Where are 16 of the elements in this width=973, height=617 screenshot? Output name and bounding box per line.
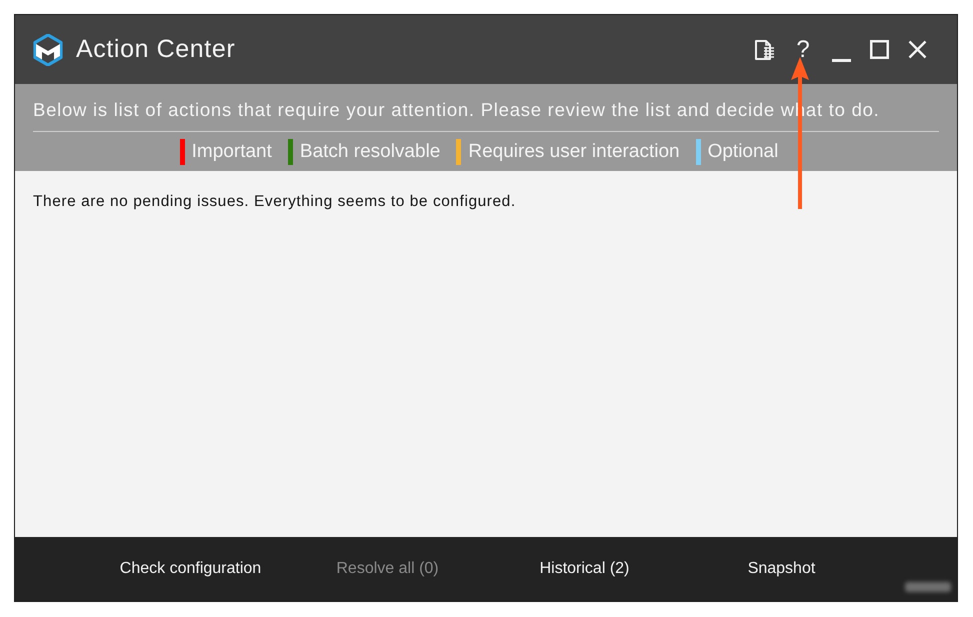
legend-label: Important: [192, 140, 272, 162]
footer-button[interactable]: Historical (2): [534, 556, 636, 582]
logo-icon: [33, 34, 63, 66]
legend-label: Batch resolvable: [300, 140, 440, 162]
legend-label: Requires user interaction: [468, 140, 680, 162]
footer-button[interactable]: Check configuration: [114, 556, 268, 582]
document-icon: [754, 38, 776, 60]
blurred-block: [905, 582, 951, 592]
minimize-icon: [832, 58, 850, 62]
status-message: There are no pending issues. Everything seems to be configured.: [33, 193, 516, 211]
footer-button[interactable]: Snapshot: [742, 556, 822, 582]
window-title: Action Center: [76, 35, 236, 64]
close-icon: [908, 40, 926, 59]
help-button[interactable]: ?: [784, 32, 822, 68]
legend-label: Optional: [708, 140, 778, 162]
maximize-icon: [870, 40, 888, 59]
